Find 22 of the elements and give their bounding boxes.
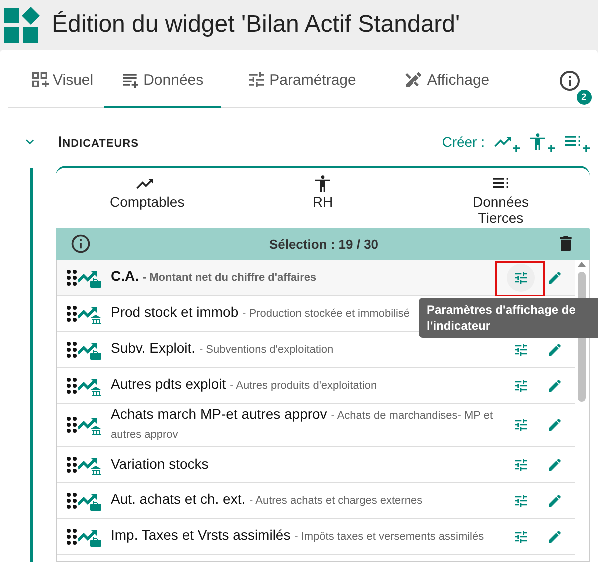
tab[interactable]: Visuel	[20, 54, 104, 108]
create-label: Créer :	[442, 134, 485, 150]
tab[interactable]: Affichage	[382, 54, 512, 108]
tab[interactable]: Données	[104, 54, 221, 108]
indicator-row[interactable]: C.A. - Montant net du chiffre d'affaires	[57, 260, 575, 296]
tab[interactable]: Paramétrage	[220, 54, 382, 108]
tooltip: Paramètres d'affichage de l'indicateur	[419, 298, 598, 338]
section-title: Indicateurs	[58, 134, 139, 150]
indicator-label: Prod stock et immob - Production stockée et immobilisé	[111, 304, 410, 322]
indicator-label: Subv. Exploit. - Subventions d'exploitation	[111, 340, 334, 358]
category-tab[interactable]: Données Tierces	[412, 168, 590, 228]
indicator-label: C.A. - Montant net du chiffre d'affaires	[111, 268, 317, 286]
count-badge: 2	[576, 90, 592, 104]
indicator-label: Aut. achats et ch. ext. - Autres achats et charges externes	[111, 491, 423, 509]
selection-count: Sélection : 19 / 30	[268, 236, 380, 252]
window-title: Édition du widget 'Bilan Actif Standard'	[52, 11, 460, 39]
indicator-label: Achats march MP-et autres approv - Achats de marchandises- MP et autres approv	[111, 406, 494, 443]
indicator-label: Autres pdts exploit - Autres produits d'exploitation	[111, 376, 378, 394]
category-tab[interactable]: Comptables	[56, 168, 234, 228]
indicator-label: Imp. Taxes et Vrsts assimilés - Impôts taxes et versements assimilés	[111, 527, 484, 545]
category-tab[interactable]: RH	[234, 168, 412, 228]
indicator-label: Variation stocks	[111, 456, 209, 473]
